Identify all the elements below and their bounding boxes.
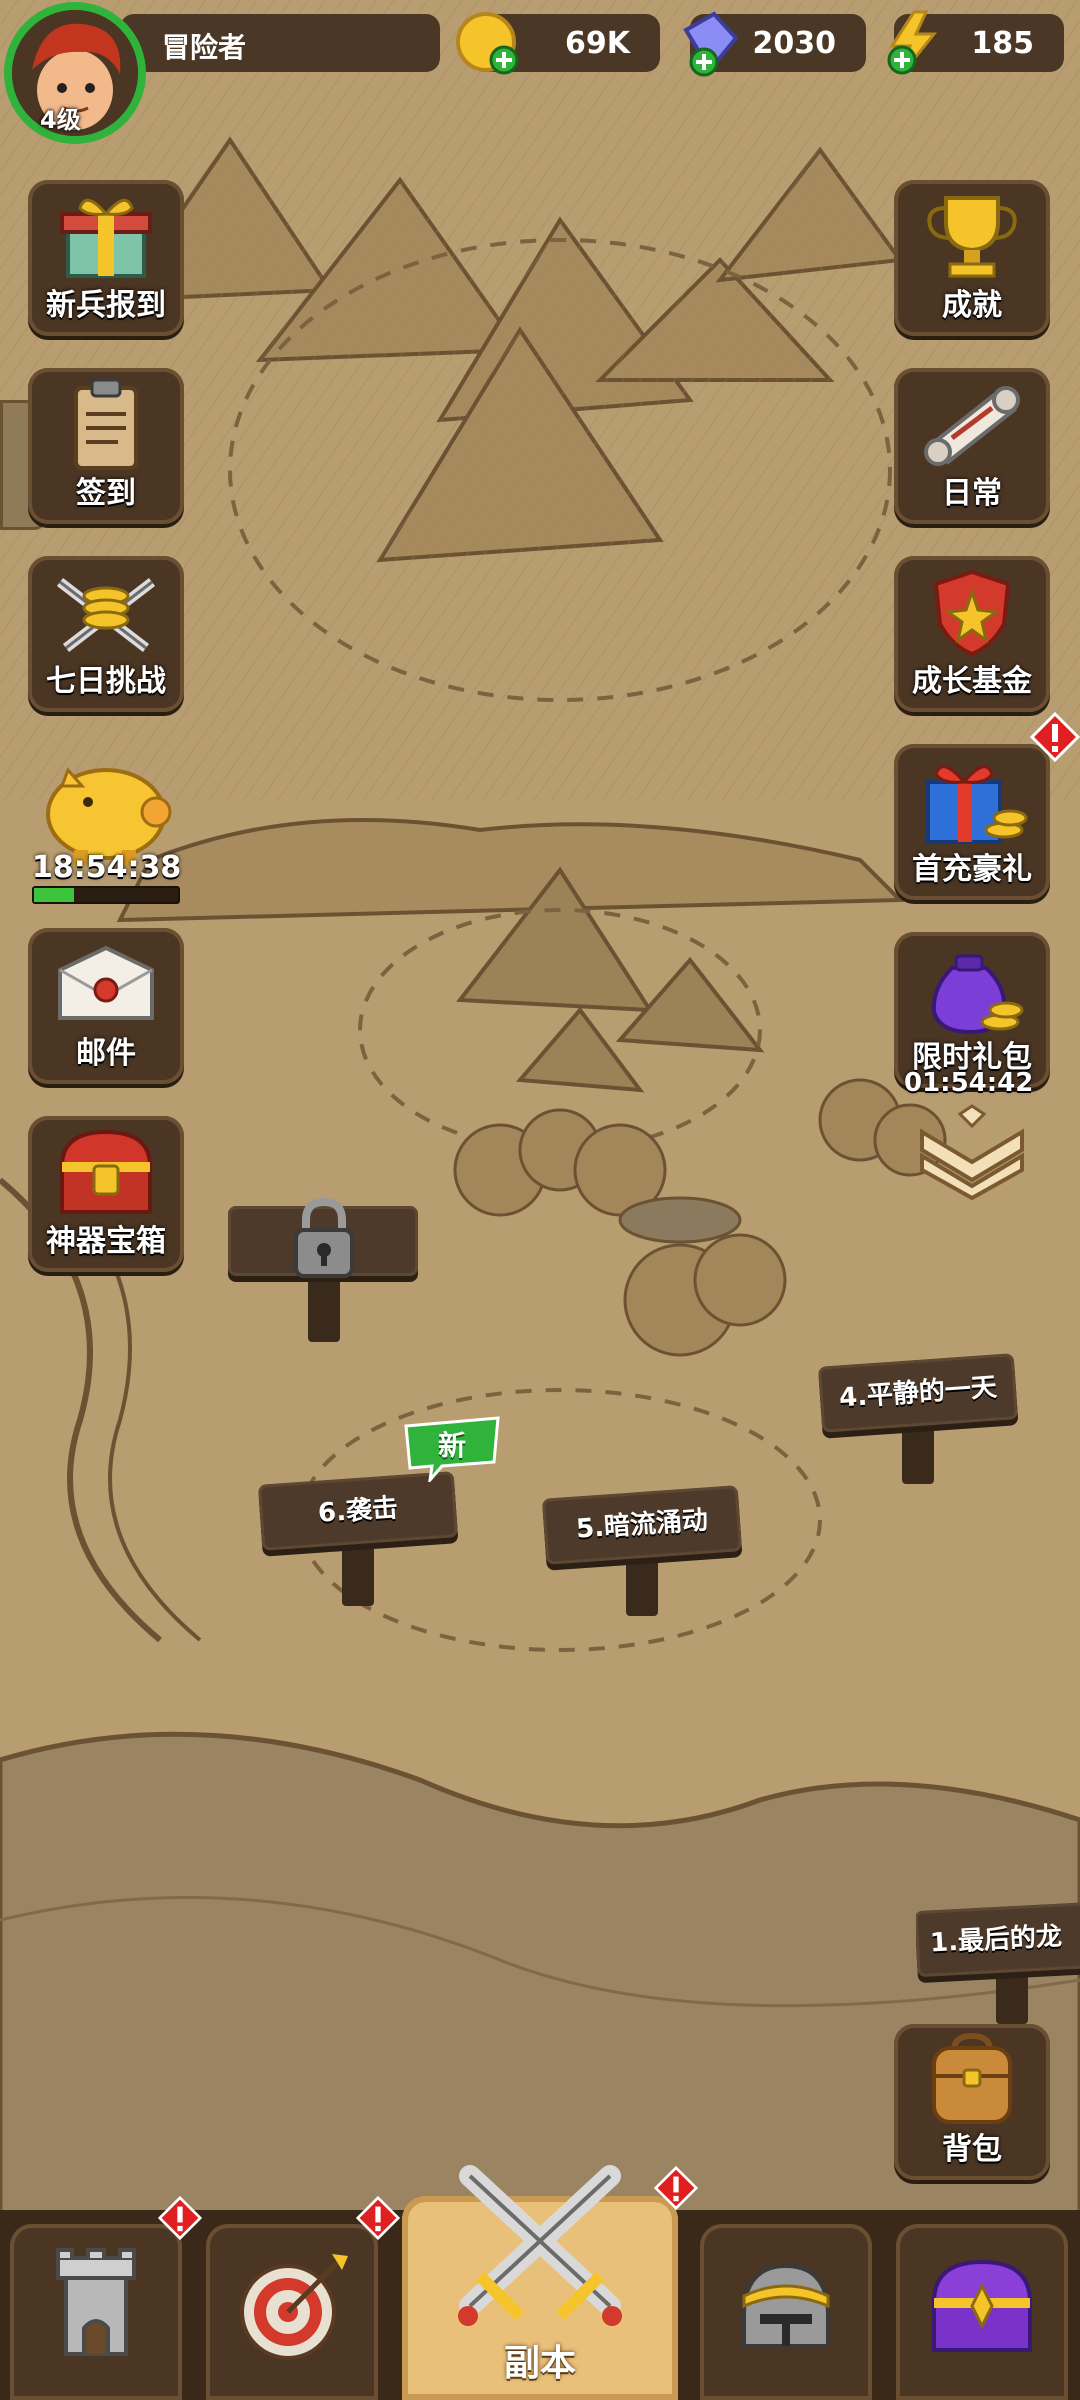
- treasure-chest-icon: [59, 1129, 153, 1214]
- artifact-chest-label: 神器宝箱: [46, 1224, 166, 1259]
- gift-box-icon: [926, 765, 1028, 844]
- daily-label: 日常: [942, 476, 1002, 511]
- backpack-label: 背包: [942, 2132, 1002, 2167]
- scroll-icon: [924, 386, 1020, 466]
- nav-target-button[interactable]: [206, 2224, 378, 2400]
- sign-in-button[interactable]: 签到: [28, 368, 184, 524]
- gift-box-icon: [60, 198, 152, 278]
- new-stage-badge: 新: [402, 1416, 502, 1482]
- stage-sign-4[interactable]: 4.平静的一天: [817, 1350, 1019, 1486]
- helmet-icon: [742, 2263, 830, 2348]
- tower-icon: [56, 2248, 136, 2356]
- first-recharge-gift-button[interactable]: 首充豪礼: [894, 744, 1050, 900]
- growth-fund-label: 成长基金: [912, 664, 1032, 699]
- nav-tower-button[interactable]: [10, 2224, 182, 2400]
- shield-badge-icon: [933, 569, 1011, 657]
- player-name: 冒险者: [162, 31, 247, 64]
- gem-value: 2030: [752, 26, 837, 61]
- trophy-icon: [927, 196, 1017, 278]
- archery-target-icon: [240, 2254, 348, 2360]
- letter-icon: [58, 945, 154, 1020]
- energy-value: 185: [971, 26, 1034, 61]
- alert-badge-icon: [158, 2196, 202, 2240]
- recruit-welcome-label: 新兵报到: [46, 288, 166, 323]
- stage-sign-6-label: 6.袭击: [257, 1471, 459, 1551]
- top-bar: 冒险者 4级 69K 2030 185: [0, 0, 1080, 144]
- stage-sign-1[interactable]: 1.最后的龙: [916, 1894, 1080, 2024]
- nav-dungeon-label: 副本: [503, 2343, 576, 2384]
- player-name-plate: 冒险者: [120, 14, 440, 72]
- first-recharge-gift-label: 首充豪礼: [912, 852, 1032, 887]
- limited-time-pack-button[interactable]: 限时礼包: [894, 932, 1050, 1088]
- crossed-swords-coins-icon: [56, 578, 156, 652]
- alert-badge-icon: [654, 2166, 698, 2210]
- padlock-icon: [294, 1197, 354, 1278]
- new-stage-badge-text: 新: [438, 1429, 467, 1462]
- piggy-bank-timer: 18:54:38: [32, 850, 182, 885]
- crossed-swords-icon: [458, 2165, 622, 2326]
- energy-counter[interactable]: 185: [887, 10, 1064, 75]
- piggy-bank-progress-track: [32, 886, 180, 904]
- purple-chest-icon: [931, 2259, 1033, 2352]
- stage-sign-5[interactable]: 5.暗流涌动: [541, 1482, 743, 1618]
- backpack-icon: [932, 2032, 1012, 2124]
- nav-dungeon-button[interactable]: 副本: [402, 2165, 678, 2400]
- locked-stage-sign[interactable]: [228, 1197, 418, 1346]
- piggy-bank-button[interactable]: 18:54:38: [28, 752, 188, 912]
- stage-sign-1-label: 1.最后的龙: [916, 1900, 1080, 1978]
- piggy-bank-progress-fill: [34, 888, 75, 902]
- limited-time-pack-timer: 01:54:42: [904, 1068, 1034, 1098]
- alert-badge-icon: [1030, 712, 1080, 762]
- gem-counter[interactable]: 2030: [683, 11, 866, 77]
- gold-coin-icon: [456, 12, 519, 75]
- coin-bag-icon: [931, 954, 1024, 1035]
- seven-day-challenge-label: 七日挑战: [46, 664, 166, 699]
- mail-label: 邮件: [76, 1036, 136, 1071]
- nav-shop-button[interactable]: [896, 2224, 1068, 2400]
- expand-chevron-icon[interactable]: [910, 1104, 1034, 1200]
- clipboard-icon: [74, 378, 138, 470]
- gold-counter[interactable]: 69K: [456, 12, 660, 75]
- recruit-welcome-button[interactable]: 新兵报到: [28, 180, 184, 336]
- mail-button[interactable]: 邮件: [28, 928, 184, 1084]
- stage-sign-4-label: 4.平静的一天: [817, 1353, 1019, 1433]
- stage-sign-6[interactable]: 6.袭击: [257, 1468, 459, 1608]
- player-level: 4级: [40, 106, 81, 134]
- seven-day-challenge-button[interactable]: 七日挑战: [28, 556, 184, 712]
- crystal-gem-icon: [683, 11, 739, 77]
- nav-hero-button[interactable]: [700, 2224, 872, 2400]
- growth-fund-button[interactable]: 成长基金: [894, 556, 1050, 712]
- stage-sign-5-label: 5.暗流涌动: [541, 1485, 743, 1565]
- gold-value: 69K: [565, 26, 630, 61]
- artifact-chest-button[interactable]: 神器宝箱: [28, 1116, 184, 1272]
- achievements-label: 成就: [942, 288, 1002, 323]
- lightning-bolt-icon: [887, 10, 938, 75]
- backpack-button[interactable]: 背包: [894, 2024, 1050, 2180]
- sign-in-label: 签到: [76, 476, 136, 511]
- alert-badge-icon: [356, 2196, 400, 2240]
- achievements-button[interactable]: 成就: [894, 180, 1050, 336]
- daily-button[interactable]: 日常: [894, 368, 1050, 524]
